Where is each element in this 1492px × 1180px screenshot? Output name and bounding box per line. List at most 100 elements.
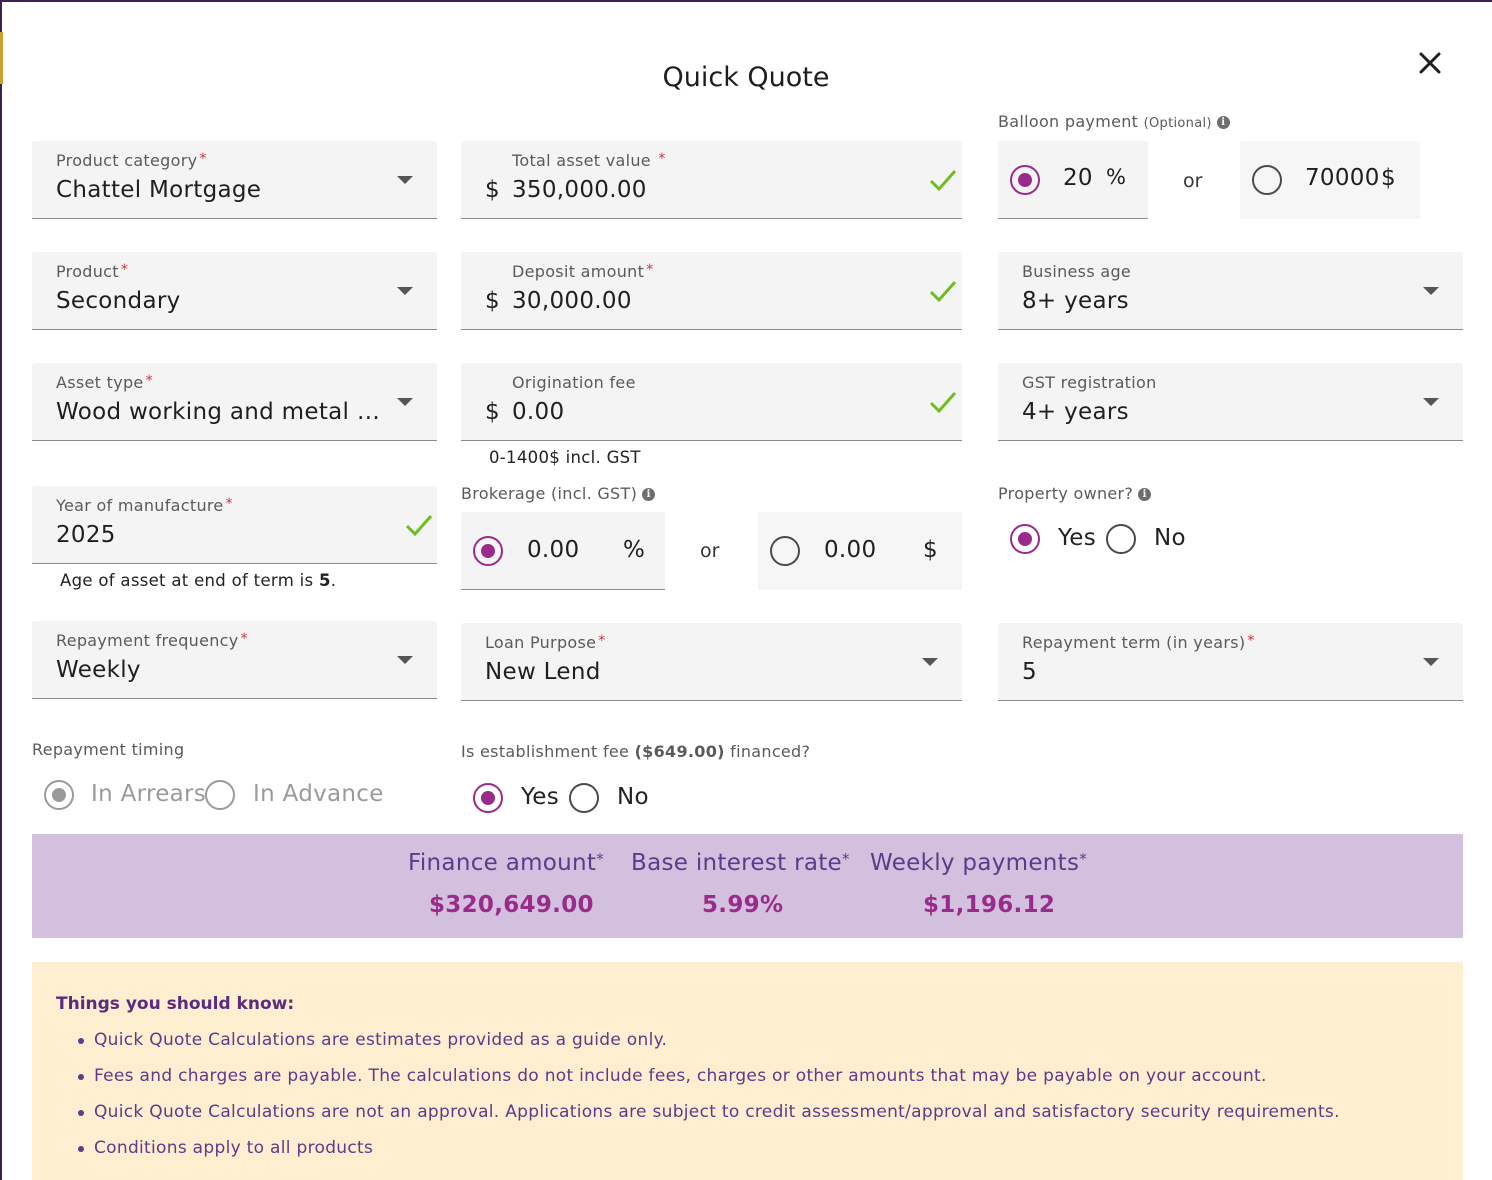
chevron-down-icon: [397, 656, 413, 664]
property-owner-yes-label: Yes: [1058, 525, 1097, 551]
brokerage-percent-input[interactable]: 0.00 %: [461, 512, 665, 590]
list-item: Fees and charges are payable. The calcul…: [78, 1064, 1340, 1100]
gst-registration-select[interactable]: GST registration 4+ years: [998, 363, 1463, 441]
close-button[interactable]: [1412, 46, 1448, 82]
chevron-down-icon: [1423, 287, 1439, 295]
repayment-timing-arrears-radio[interactable]: [44, 780, 74, 810]
balloon-dollar-radio[interactable]: [1252, 165, 1282, 195]
product-label: Product *: [56, 262, 129, 281]
property-owner-yes-radio[interactable]: [1010, 524, 1040, 554]
notice-list: Quick Quote Calculations are estimates p…: [78, 1028, 1340, 1172]
page-edge-left: [0, 0, 2, 1180]
list-item: Quick Quote Calculations are estimates p…: [78, 1028, 1340, 1064]
brokerage-dollar-unit: $: [923, 537, 938, 563]
product-select[interactable]: Product * Secondary: [32, 252, 437, 330]
business-age-value: 8+ years: [1022, 288, 1129, 314]
brokerage-dollar-radio[interactable]: [770, 536, 800, 566]
brokerage-percent-unit: %: [623, 537, 646, 563]
currency-symbol: $: [485, 177, 500, 203]
chevron-down-icon: [922, 658, 938, 666]
deposit-amount-label: Deposit amount *: [512, 262, 654, 281]
list-item: Quick Quote Calculations are not an appr…: [78, 1100, 1340, 1136]
brokerage-percent-radio[interactable]: [473, 536, 503, 566]
check-icon: [929, 170, 957, 192]
asset-type-select[interactable]: Asset type * Wood working and metal w...: [32, 363, 437, 441]
balloon-payment-label: Balloon payment (Optional) i: [998, 112, 1230, 131]
origination-fee-label: Origination fee: [512, 373, 636, 392]
year-of-manufacture-label: Year of manufacture *: [56, 496, 233, 515]
establishment-fee-yes-radio[interactable]: [473, 783, 503, 813]
balloon-percent-unit: %: [1106, 165, 1127, 189]
brokerage-dollar-value: 0.00: [824, 537, 877, 563]
asset-type-value: Wood working and metal w...: [56, 399, 391, 425]
page-edge-top: [0, 0, 1492, 2]
balloon-percent-input[interactable]: 20 %: [998, 141, 1148, 219]
repayment-term-value: 5: [1022, 659, 1037, 685]
property-owner-label: Property owner? i: [998, 484, 1152, 503]
product-value: Secondary: [56, 288, 181, 314]
brokerage-label: Brokerage (incl. GST) i: [461, 484, 656, 503]
list-item: Conditions apply to all products: [78, 1136, 1340, 1172]
chevron-down-icon: [397, 287, 413, 295]
currency-symbol: $: [485, 288, 500, 314]
balloon-or: or: [1183, 170, 1203, 192]
total-asset-value-input[interactable]: Total asset value * $ 350,000.00: [461, 141, 962, 219]
deposit-amount-input[interactable]: Deposit amount * $ 30,000.00: [461, 252, 962, 330]
chevron-down-icon: [1423, 398, 1439, 406]
base-interest-rate-label: Base interest rate*: [631, 850, 850, 876]
weekly-payments-value: $1,196.12: [923, 892, 1056, 918]
balloon-dollar-unit: $: [1381, 165, 1396, 191]
product-category-value: Chattel Mortgage: [56, 177, 262, 203]
property-owner-no-label: No: [1154, 525, 1186, 551]
info-icon[interactable]: i: [1138, 488, 1152, 501]
weekly-payments-label: Weekly payments*: [870, 850, 1088, 876]
notice-heading: Things you should know:: [56, 994, 295, 1014]
establishment-fee-no-radio[interactable]: [569, 783, 599, 813]
establishment-fee-no-label: No: [617, 784, 649, 810]
balloon-percent-radio[interactable]: [1010, 165, 1040, 195]
property-owner-no-radio[interactable]: [1106, 524, 1136, 554]
check-icon: [405, 515, 433, 537]
things-to-know-notice: Things you should know: Quick Quote Calc…: [32, 962, 1463, 1180]
repayment-term-label: Repayment term (in years) *: [1022, 633, 1255, 652]
quote-summary: Finance amount* $320,649.00 Base interes…: [32, 834, 1463, 938]
loan-purpose-value: New Lend: [485, 659, 601, 685]
year-of-manufacture-input[interactable]: Year of manufacture * 2025: [32, 486, 437, 564]
origination-fee-value: 0.00: [512, 399, 565, 425]
loan-purpose-label: Loan Purpose *: [485, 633, 606, 652]
brokerage-percent-value: 0.00: [527, 537, 580, 563]
close-icon: [1419, 52, 1441, 74]
finance-amount-label: Finance amount*: [408, 850, 605, 876]
business-age-select[interactable]: Business age 8+ years: [998, 252, 1463, 330]
product-category-select[interactable]: Product category * Chattel Mortgage: [32, 141, 437, 219]
balloon-dollar-input[interactable]: 70000 $: [1240, 141, 1420, 219]
info-icon[interactable]: i: [642, 488, 656, 501]
establishment-fee-label: Is establishment fee ($649.00) financed?: [461, 742, 811, 761]
brokerage-dollar-input[interactable]: 0.00 $: [758, 512, 962, 590]
check-icon: [929, 281, 957, 303]
modal-title: Quick Quote: [662, 62, 830, 93]
business-age-label: Business age: [1022, 262, 1132, 281]
base-interest-rate-value: 5.99%: [702, 892, 784, 918]
repayment-timing-label: Repayment timing: [32, 740, 185, 759]
total-asset-value-value: 350,000.00: [512, 177, 647, 203]
year-of-manufacture-value: 2025: [56, 522, 116, 548]
repayment-term-select[interactable]: Repayment term (in years) * 5: [998, 623, 1463, 701]
deposit-amount-value: 30,000.00: [512, 288, 632, 314]
asset-age-helper: Age of asset at end of term is 5.: [60, 571, 337, 590]
repayment-frequency-select[interactable]: Repayment frequency * Weekly: [32, 621, 437, 699]
loan-purpose-select[interactable]: Loan Purpose * New Lend: [461, 623, 962, 701]
chevron-down-icon: [1423, 658, 1439, 666]
finance-amount-value: $320,649.00: [429, 892, 594, 918]
repayment-frequency-value: Weekly: [56, 657, 141, 683]
chevron-down-icon: [397, 176, 413, 184]
origination-fee-helper: 0-1400$ incl. GST: [489, 448, 641, 467]
establishment-fee-yes-label: Yes: [521, 784, 560, 810]
check-icon: [929, 392, 957, 414]
info-icon[interactable]: i: [1216, 116, 1230, 129]
gst-registration-value: 4+ years: [1022, 399, 1129, 425]
repayment-timing-arrears-label: In Arrears: [91, 781, 207, 807]
gst-registration-label: GST registration: [1022, 373, 1157, 392]
repayment-timing-advance-radio[interactable]: [205, 780, 235, 810]
origination-fee-input[interactable]: Origination fee $ 0.00: [461, 363, 962, 441]
